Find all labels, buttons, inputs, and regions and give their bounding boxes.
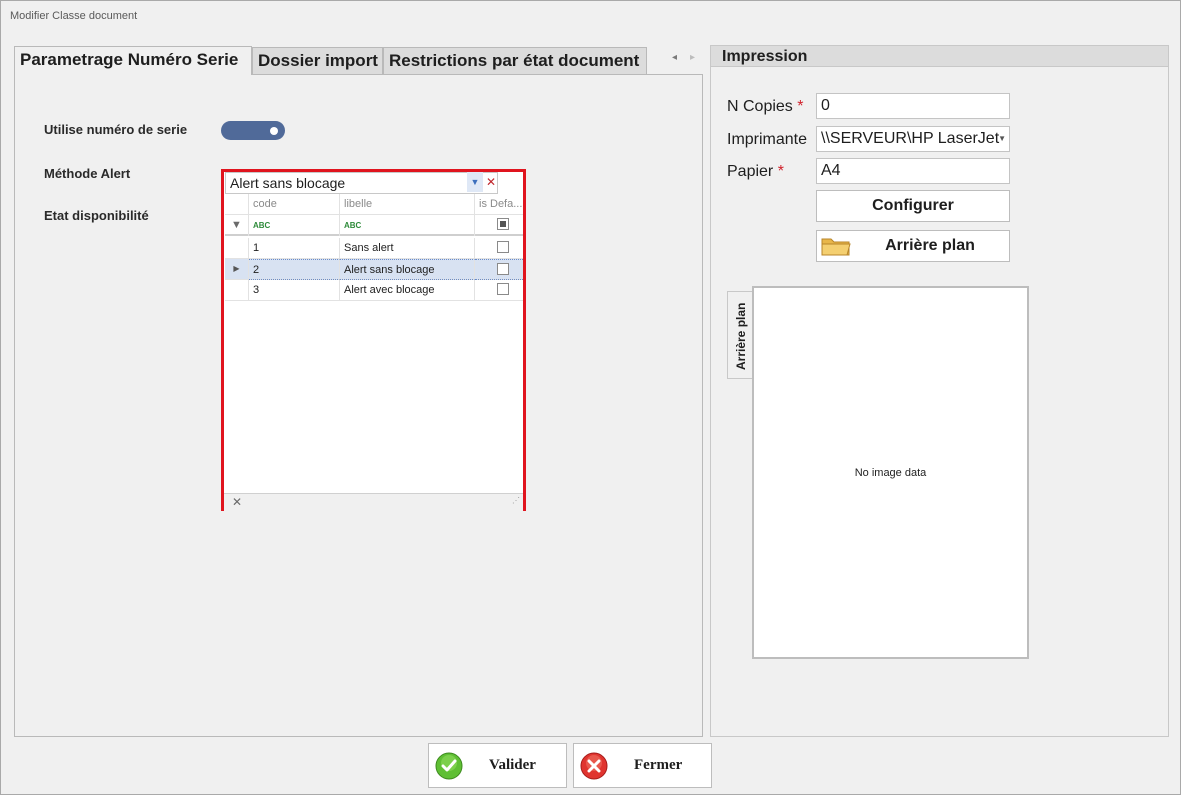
filter-icon: ▼	[225, 215, 249, 236]
cell-code: 1	[249, 238, 340, 259]
tab-prev-icon[interactable]: ◂	[672, 52, 677, 63]
row-indicator	[225, 238, 249, 259]
image-tab[interactable]: Arrière plan	[727, 291, 753, 379]
lookup-footer: ✕ ⋰	[224, 493, 523, 511]
methode-lookup-popup: Alert sans blocage ▼ ✕ code libelle is D…	[221, 169, 526, 511]
folder-icon	[821, 238, 851, 256]
copies-label-text: N Copies	[727, 98, 793, 115]
close-popup-icon[interactable]: ✕	[232, 495, 242, 509]
valider-button[interactable]: Valider	[428, 743, 567, 788]
filter-checkbox[interactable]	[497, 218, 509, 231]
is-default-checkbox[interactable]	[497, 283, 509, 296]
lookup-grid: code libelle is Defa... ▼ ABC ABC 1 Sans…	[225, 194, 523, 494]
cell-code: 2	[249, 259, 340, 280]
column-header-libelle[interactable]: libelle	[340, 194, 475, 215]
cell-is-default	[475, 238, 523, 259]
papier-input[interactable]: A4	[816, 158, 1010, 184]
is-default-checkbox[interactable]	[497, 263, 509, 276]
required-mark: *	[797, 98, 804, 115]
resize-grip-icon[interactable]: ⋰	[512, 496, 520, 505]
row-pointer-icon: ▶	[225, 259, 249, 280]
required-mark: *	[777, 163, 784, 180]
arriere-plan-button-label: Arrière plan	[885, 237, 975, 254]
dialog-window: Modifier Classe document Parametrage Num…	[0, 0, 1181, 795]
tab-restrictions[interactable]: Restrictions par état document	[383, 47, 647, 74]
is-default-checkbox[interactable]	[497, 241, 509, 254]
cell-is-default	[475, 280, 523, 301]
cell-libelle: Alert avec blocage	[340, 280, 475, 301]
configurer-button[interactable]: Configurer	[816, 190, 1010, 222]
grid-filter-row: ▼ ABC ABC	[225, 215, 523, 236]
tab-next-icon[interactable]: ▸	[690, 52, 695, 63]
methode-lookup-input[interactable]: Alert sans blocage	[225, 172, 498, 194]
papier-label-text: Papier	[727, 163, 774, 180]
column-header-is-default[interactable]: is Defa...	[475, 194, 523, 215]
text-filter-icon: ABC	[253, 221, 271, 230]
image-tab-label: Arrière plan	[734, 302, 748, 370]
imprimante-select[interactable]: \\SERVEUR\HP LaserJet ▼	[816, 126, 1010, 152]
papier-label: Papier *	[727, 163, 784, 181]
window-title: Modifier Classe document	[10, 10, 138, 22]
fermer-label: Fermer	[634, 757, 683, 773]
table-row-selected[interactable]: ▶ 2 Alert sans blocage	[225, 259, 523, 280]
row-indicator	[225, 280, 249, 301]
text-filter-icon: ABC	[344, 221, 362, 230]
dropdown-arrow-icon[interactable]: ▼	[467, 172, 483, 192]
check-icon	[435, 752, 463, 780]
utilise-label: Utilise numéro de serie	[44, 122, 188, 137]
chevron-down-icon: ▼	[998, 134, 1006, 143]
arriere-plan-button[interactable]: Arrière plan	[816, 230, 1010, 262]
imprimante-label: Imprimante	[727, 131, 808, 148]
etat-label: Etat disponibilité	[44, 208, 149, 223]
imprimante-value: \\SERVEUR\HP LaserJet	[821, 130, 1000, 147]
row-indicator-header	[225, 194, 249, 215]
copies-input[interactable]: 0	[816, 93, 1010, 119]
methode-label: Méthode Alert	[44, 166, 131, 181]
background-image-panel[interactable]: No image data	[752, 286, 1029, 659]
filter-libelle[interactable]: ABC	[340, 215, 475, 236]
close-icon	[580, 752, 608, 780]
toggle-knob	[270, 127, 278, 135]
tab-parametrage[interactable]: Parametrage Numéro Serie	[14, 46, 252, 75]
cell-libelle: Alert sans blocage	[340, 259, 475, 280]
impression-header: Impression	[711, 46, 1168, 67]
tab-strip: Parametrage Numéro Serie Dossier import …	[14, 46, 703, 75]
table-row[interactable]: 3 Alert avec blocage	[225, 280, 523, 301]
valider-label: Valider	[489, 757, 536, 773]
cell-libelle: Sans alert	[340, 238, 475, 259]
column-header-code[interactable]: code	[249, 194, 340, 215]
copies-label: N Copies *	[727, 98, 804, 116]
impression-panel: Impression N Copies * 0 Imprimante \\SER…	[710, 45, 1169, 737]
filter-code[interactable]: ABC	[249, 215, 340, 236]
fermer-button[interactable]: Fermer	[573, 743, 712, 788]
table-row[interactable]: 1 Sans alert	[225, 238, 523, 259]
utilise-toggle[interactable]	[221, 121, 285, 140]
filter-is-default[interactable]	[475, 215, 523, 236]
tab-dossier-import[interactable]: Dossier import	[252, 47, 383, 74]
grid-header-row: code libelle is Defa...	[225, 194, 523, 215]
no-image-text: No image data	[854, 467, 927, 479]
cell-code: 3	[249, 280, 340, 301]
cell-is-default	[475, 259, 523, 280]
clear-icon[interactable]: ✕	[483, 172, 499, 192]
